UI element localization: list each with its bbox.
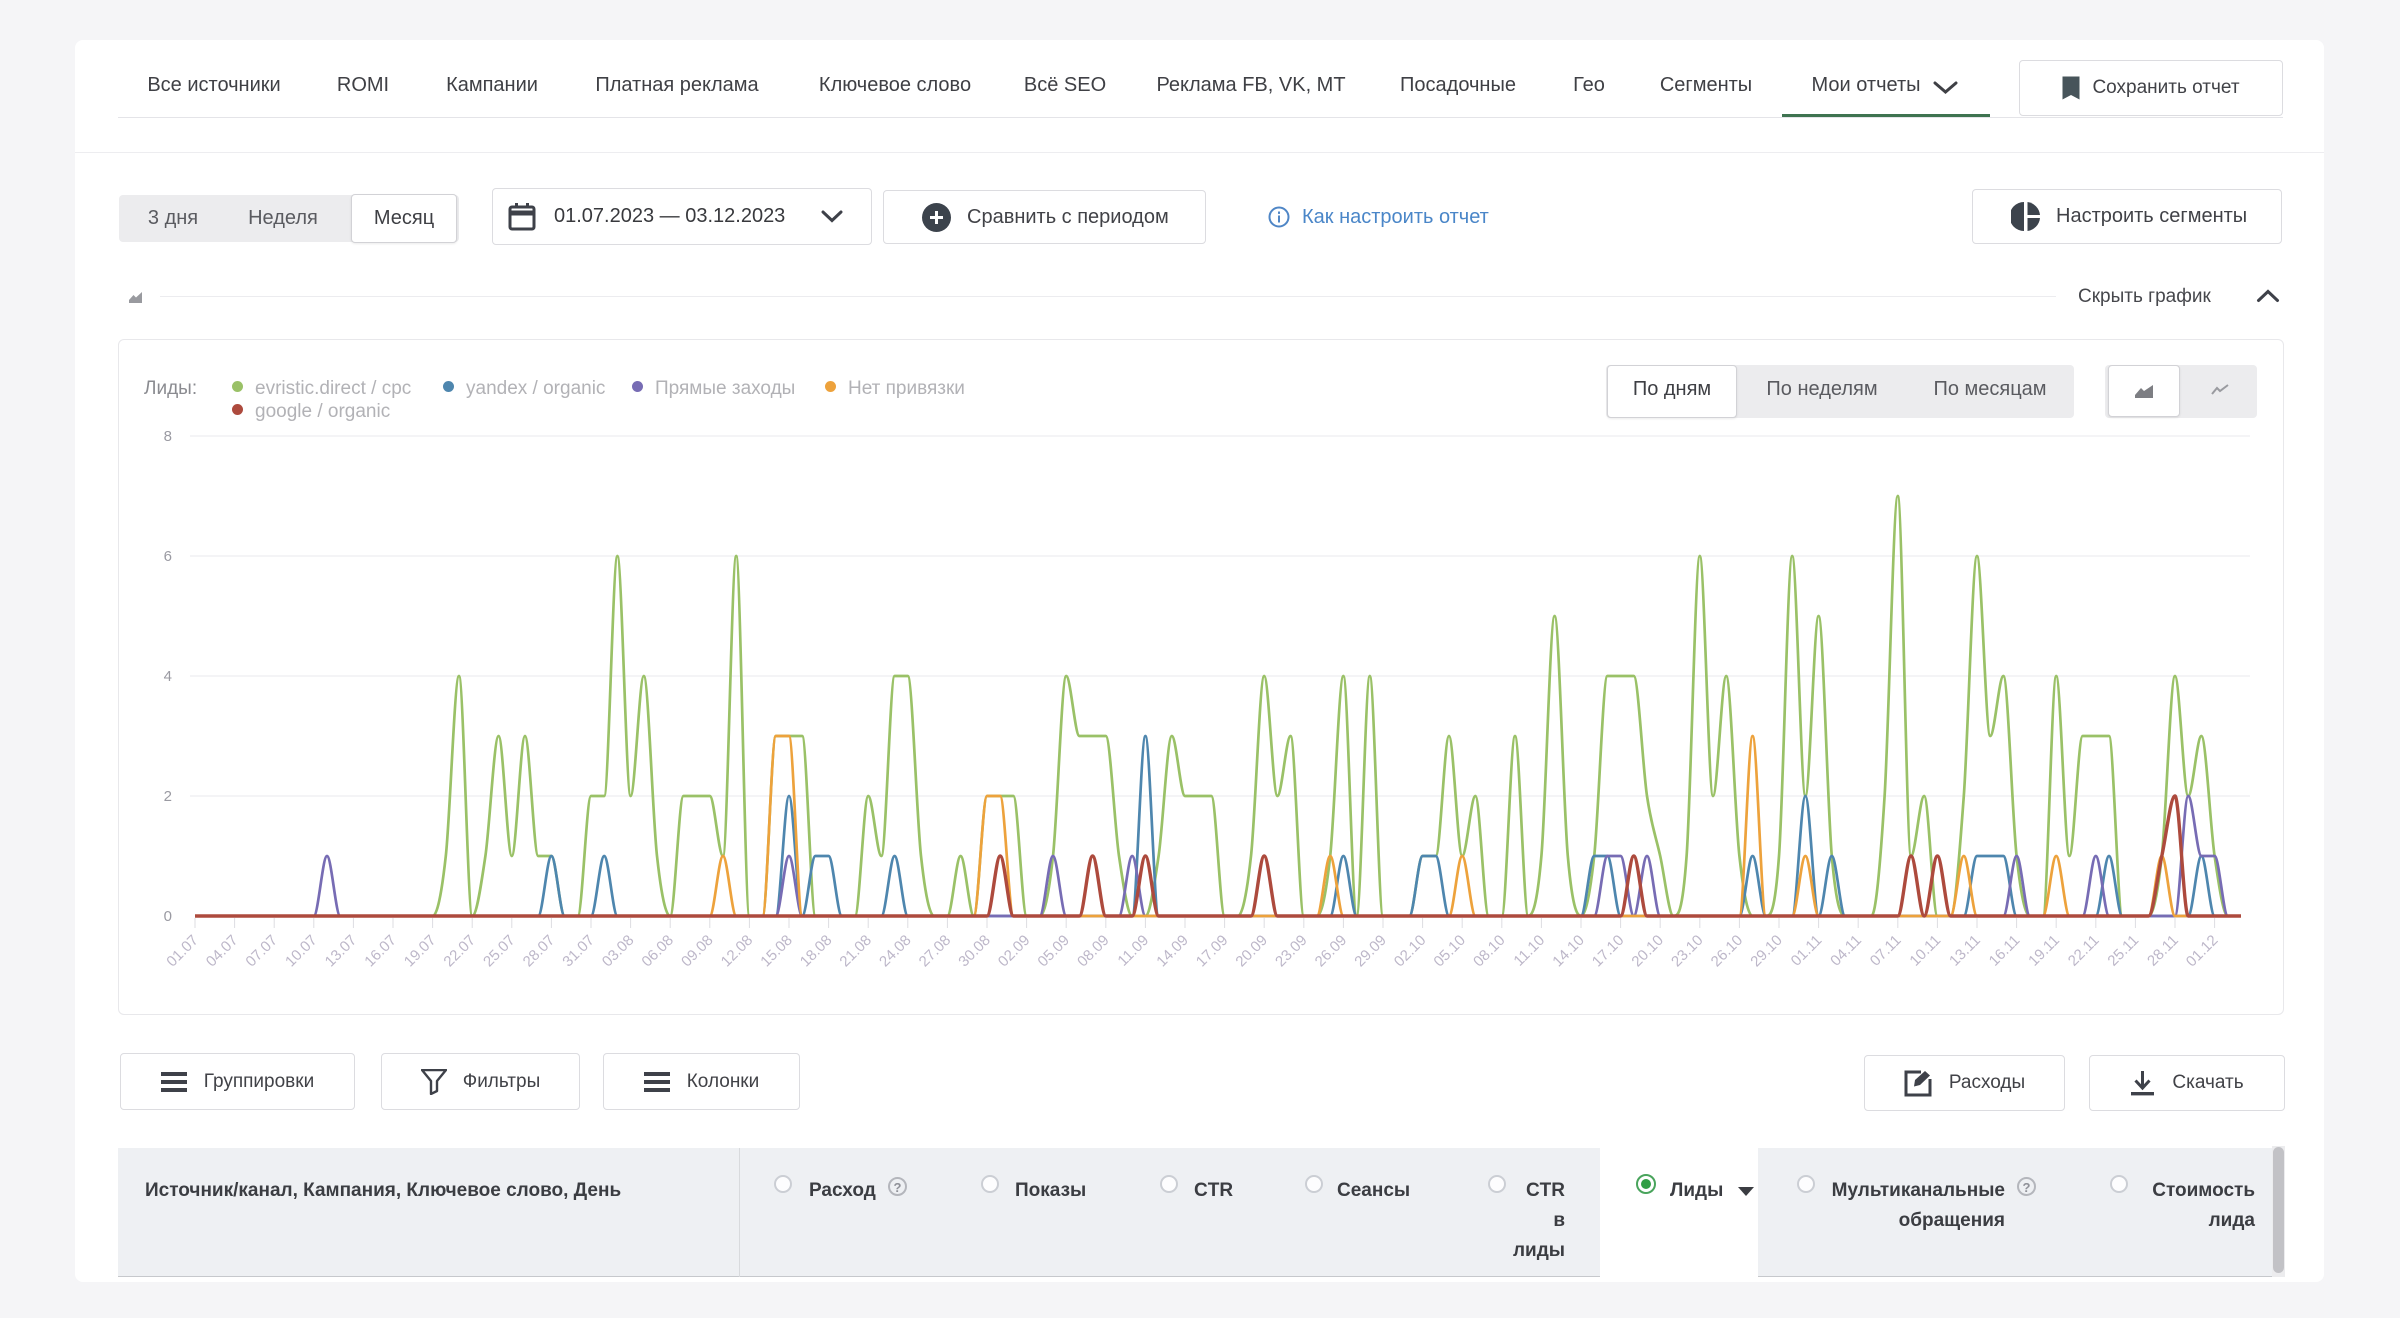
svg-text:12.08: 12.08 [718, 932, 757, 971]
svg-text:21.08: 21.08 [836, 932, 875, 971]
svg-text:26.10: 26.10 [1708, 932, 1747, 971]
svg-text:08.09: 08.09 [1074, 932, 1113, 971]
svg-text:19.11: 19.11 [2025, 932, 2063, 970]
svg-text:20.09: 20.09 [1232, 932, 1271, 971]
svg-text:0: 0 [164, 908, 172, 925]
svg-text:17.09: 17.09 [1193, 932, 1232, 971]
svg-text:11.09: 11.09 [1114, 932, 1152, 970]
svg-text:07.07: 07.07 [242, 932, 281, 971]
svg-text:07.11: 07.11 [1867, 932, 1905, 970]
svg-text:29.10: 29.10 [1747, 932, 1786, 971]
svg-text:06.08: 06.08 [638, 932, 677, 971]
svg-text:28.11: 28.11 [2144, 932, 2182, 970]
svg-text:29.09: 29.09 [1351, 932, 1390, 971]
svg-text:28.07: 28.07 [520, 932, 559, 971]
svg-text:02.10: 02.10 [1391, 932, 1430, 971]
svg-text:6: 6 [164, 548, 172, 565]
svg-text:04.07: 04.07 [203, 932, 242, 971]
svg-text:05.09: 05.09 [1034, 932, 1073, 971]
svg-text:10.07: 10.07 [282, 932, 321, 971]
svg-text:31.07: 31.07 [559, 932, 598, 971]
svg-text:19.07: 19.07 [401, 932, 440, 971]
svg-text:11.10: 11.10 [1510, 932, 1548, 970]
svg-text:30.08: 30.08 [955, 932, 994, 971]
svg-text:01.12: 01.12 [2183, 932, 2222, 971]
svg-text:14.10: 14.10 [1549, 932, 1588, 971]
svg-text:23.09: 23.09 [1272, 932, 1311, 971]
svg-text:4: 4 [164, 668, 172, 685]
svg-text:05.10: 05.10 [1430, 932, 1469, 971]
svg-text:8: 8 [164, 428, 172, 445]
svg-text:27.08: 27.08 [916, 932, 955, 971]
svg-text:17.10: 17.10 [1589, 932, 1628, 971]
svg-text:25.07: 25.07 [480, 932, 519, 971]
svg-text:02.09: 02.09 [995, 932, 1034, 971]
svg-text:22.11: 22.11 [2065, 932, 2103, 970]
svg-text:04.11: 04.11 [1827, 932, 1865, 970]
svg-text:01.11: 01.11 [1788, 932, 1826, 970]
svg-text:25.11: 25.11 [2104, 932, 2142, 970]
svg-text:2: 2 [164, 788, 172, 805]
svg-text:13.11: 13.11 [1946, 932, 1984, 970]
svg-text:16.07: 16.07 [361, 932, 400, 971]
svg-text:14.09: 14.09 [1153, 932, 1192, 971]
svg-text:13.07: 13.07 [322, 932, 361, 971]
svg-text:10.11: 10.11 [1906, 932, 1944, 970]
svg-text:16.11: 16.11 [1986, 932, 2024, 970]
svg-text:08.10: 08.10 [1470, 932, 1509, 971]
svg-text:22.07: 22.07 [440, 932, 479, 971]
svg-text:18.08: 18.08 [797, 932, 836, 971]
svg-text:15.08: 15.08 [757, 932, 796, 971]
svg-text:23.10: 23.10 [1668, 932, 1707, 971]
svg-text:24.08: 24.08 [876, 932, 915, 971]
svg-text:09.08: 09.08 [678, 932, 717, 971]
svg-text:01.07: 01.07 [163, 932, 202, 971]
svg-text:26.09: 26.09 [1312, 932, 1351, 971]
svg-text:03.08: 03.08 [599, 932, 638, 971]
svg-text:20.10: 20.10 [1628, 932, 1667, 971]
